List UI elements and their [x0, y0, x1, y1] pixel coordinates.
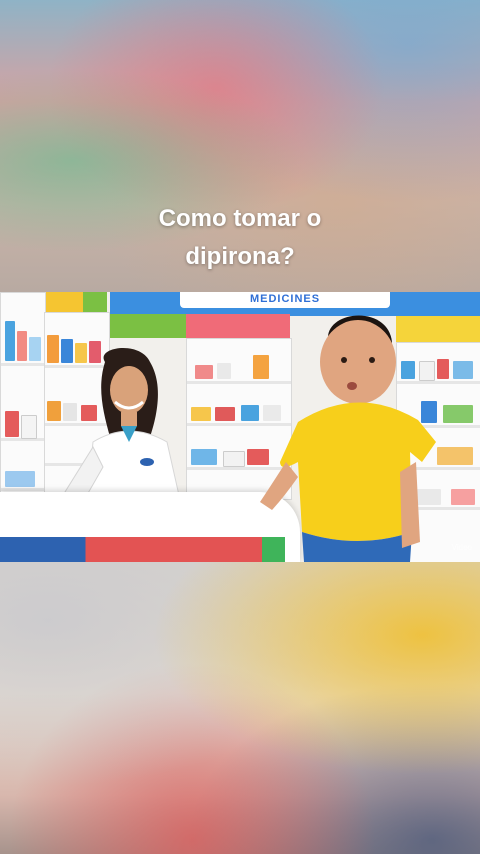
caption-line-2: dipirona? [185, 243, 295, 270]
customer-man [260, 315, 436, 562]
watermark: Video [451, 543, 472, 552]
blurred-background-bottom [0, 562, 480, 854]
shelf-header-green [108, 314, 186, 338]
caption-text: Como tomar o dipirona? [0, 200, 480, 276]
left-shelf-unit [0, 292, 46, 524]
pharmacy-scene-image: MEDICINES Video [0, 292, 480, 562]
caption-line-1: Como tomar o [158, 205, 322, 232]
